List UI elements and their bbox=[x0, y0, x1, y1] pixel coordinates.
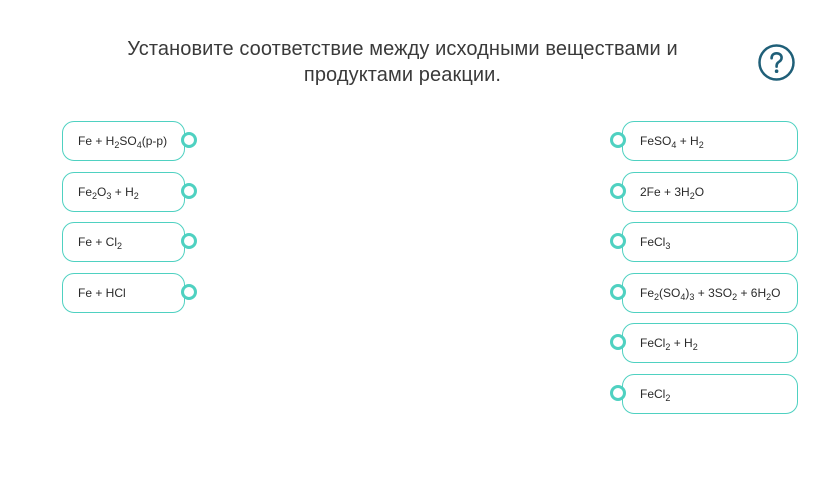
reactant-formula: Fe + H2SO4(р-р) bbox=[78, 134, 168, 150]
product-connector-dot[interactable] bbox=[610, 132, 626, 148]
formula-subscript: 2 bbox=[117, 241, 123, 251]
reactant-card-3[interactable]: Fe + Cl2 bbox=[62, 222, 197, 262]
product-formula: FeSO4 + H2 bbox=[640, 134, 704, 150]
title-line-2: продуктами реакции. bbox=[303, 64, 502, 86]
formula-text: (р-р) bbox=[141, 134, 168, 148]
formula-text: O bbox=[97, 185, 107, 199]
reactant-card-1[interactable]: Fe + H2SO4(р-р) bbox=[62, 121, 197, 161]
formula-text: + 6H bbox=[737, 286, 767, 300]
question-circle-icon bbox=[758, 44, 795, 81]
formula-text: Fe + Cl bbox=[78, 235, 118, 249]
formula-text: FeSO bbox=[640, 134, 672, 148]
product-card-4[interactable]: Fe2(SO4)3 + 3SO2 + 6H2O bbox=[610, 273, 798, 313]
formula-subscript: 2 bbox=[133, 191, 139, 201]
reactant-connector-dot[interactable] bbox=[181, 284, 197, 300]
formula-text: + H bbox=[670, 336, 693, 350]
reactant-connector-dot[interactable] bbox=[181, 132, 197, 148]
formula-text: Fe + HCl bbox=[78, 286, 126, 300]
product-formula: 2Fe + 3H2O bbox=[640, 185, 705, 201]
reactant-connector-dot[interactable] bbox=[181, 183, 197, 199]
reactant-formula: Fe + HCl bbox=[78, 286, 126, 300]
formula-text: FeCl bbox=[640, 387, 666, 401]
product-formula: FeCl3 bbox=[640, 235, 671, 251]
product-formula: Fe2(SO4)3 + 3SO2 + 6H2O bbox=[640, 286, 781, 302]
formula-text: FeCl bbox=[640, 336, 666, 350]
formula-text: + H bbox=[111, 185, 134, 199]
product-card-6[interactable]: FeCl2 bbox=[610, 374, 798, 414]
formula-subscript: 2 bbox=[698, 140, 704, 150]
formula-text: O bbox=[771, 286, 781, 300]
reactant-formula: Fe2O3 + H2 bbox=[78, 185, 139, 201]
page-title: Установите соответствие между исходными … bbox=[110, 36, 695, 88]
product-connector-dot[interactable] bbox=[610, 233, 626, 249]
product-connector-dot[interactable] bbox=[610, 385, 626, 401]
product-card-5[interactable]: FeCl2 + H2 bbox=[610, 323, 798, 363]
product-card-2[interactable]: 2Fe + 3H2O bbox=[610, 172, 798, 212]
formula-text: O bbox=[694, 185, 705, 199]
product-card-1[interactable]: FeSO4 + H2 bbox=[610, 121, 798, 161]
title-line-1: Установите соответствие между исходными … bbox=[127, 38, 678, 60]
formula-text: (SO bbox=[659, 286, 681, 300]
formula-text: Fe bbox=[640, 286, 655, 300]
formula-text: + 3SO bbox=[694, 286, 733, 300]
product-formula: FeCl2 + H2 bbox=[640, 336, 698, 352]
formula-text: Fe + H bbox=[78, 134, 115, 148]
product-connector-dot[interactable] bbox=[610, 284, 626, 300]
formula-subscript: 2 bbox=[665, 393, 671, 403]
reactant-formula: Fe + Cl2 bbox=[78, 235, 123, 251]
formula-text: Fe bbox=[78, 185, 93, 199]
formula-text: SO bbox=[119, 134, 137, 148]
formula-text: + H bbox=[676, 134, 699, 148]
formula-subscript: 2 bbox=[692, 342, 698, 352]
product-connector-dot[interactable] bbox=[610, 334, 626, 350]
help-button[interactable] bbox=[758, 44, 795, 81]
formula-text: 2Fe + 3H bbox=[640, 185, 690, 199]
formula-subscript: 3 bbox=[665, 241, 671, 251]
reactant-card-4[interactable]: Fe + HCl bbox=[62, 273, 197, 313]
product-connector-dot[interactable] bbox=[610, 183, 626, 199]
product-formula: FeCl2 bbox=[640, 387, 671, 403]
reactant-card-2[interactable]: Fe2O3 + H2 bbox=[62, 172, 197, 212]
formula-text: FeCl bbox=[640, 235, 666, 249]
product-card-3[interactable]: FeCl3 bbox=[610, 222, 798, 262]
reactant-connector-dot[interactable] bbox=[181, 233, 197, 249]
